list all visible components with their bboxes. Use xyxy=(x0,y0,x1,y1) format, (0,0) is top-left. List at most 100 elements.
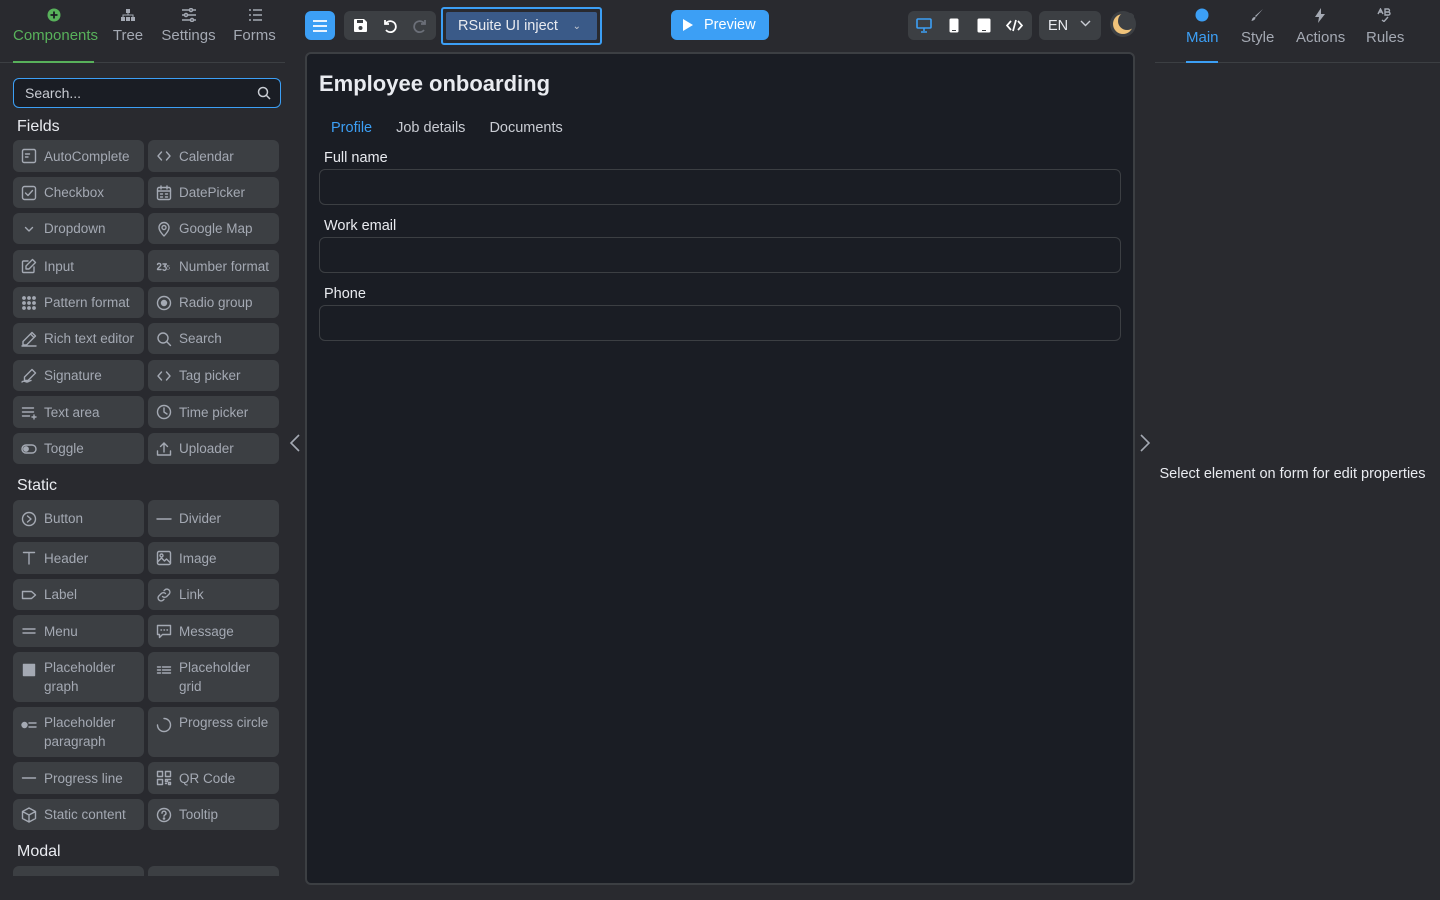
menu-button[interactable] xyxy=(305,11,335,40)
chevron-left-icon[interactable] xyxy=(289,434,301,452)
static-item-label: Image xyxy=(179,551,217,566)
tab-rules[interactable]: Rules xyxy=(1366,0,1404,63)
tab-style-label: Style xyxy=(1241,29,1275,46)
header-icon xyxy=(21,550,37,566)
component-item-dropdown[interactable]: Dropdown xyxy=(13,213,144,244)
tab-style[interactable]: Style xyxy=(1241,0,1275,63)
redo-button[interactable] xyxy=(405,11,435,40)
component-item-input[interactable]: Input xyxy=(13,250,144,282)
theme-select[interactable]: RSuite UI inject ⌄ xyxy=(441,7,602,45)
static-item-link[interactable]: Link xyxy=(148,579,279,610)
device-toolbar xyxy=(908,11,1032,40)
static-item-qr-code[interactable]: QR Code xyxy=(148,762,279,794)
language-value: EN xyxy=(1048,17,1069,34)
tab-settings[interactable]: Settings xyxy=(161,0,216,63)
section-title-static: Static xyxy=(17,477,58,494)
modal-item-partial[interactable] xyxy=(13,866,144,876)
component-item-checkbox[interactable]: Checkbox xyxy=(13,177,144,208)
component-item-number-format[interactable]: 5 Number format xyxy=(148,250,279,282)
component-item-radio-group[interactable]: Radio group xyxy=(148,287,279,318)
static-item-button[interactable]: Button xyxy=(13,500,144,537)
component-item-label: Rich text editor xyxy=(44,331,135,346)
form-tab-documents[interactable]: Documents xyxy=(477,120,574,136)
label-icon xyxy=(21,587,37,603)
static-item-tooltip[interactable]: Tooltip xyxy=(148,799,279,830)
component-item-text-area[interactable]: Text area xyxy=(13,396,144,428)
component-item-label: Text area xyxy=(44,405,100,420)
section-title-modal: Modal xyxy=(17,843,61,860)
component-item-time-picker[interactable]: Time picker xyxy=(148,396,279,428)
clock-icon xyxy=(156,404,172,420)
static-item-placeholder-graph[interactable]: Placeholder graph xyxy=(13,652,144,702)
collapse-left-panel[interactable] xyxy=(289,434,301,452)
static-item-progress-circle[interactable]: Progress circle xyxy=(148,707,279,757)
tablet-view-button[interactable] xyxy=(969,11,999,40)
component-item-tag-picker[interactable]: Tag picker xyxy=(148,360,279,391)
static-item-label: Placeholder grid xyxy=(179,660,251,694)
static-item-progress-line[interactable]: Progress line xyxy=(13,762,144,794)
component-item-toggle[interactable]: Toggle xyxy=(13,433,144,464)
code-view-button[interactable] xyxy=(999,11,1029,40)
component-search-input[interactable] xyxy=(14,79,244,107)
static-item-menu[interactable]: Menu xyxy=(13,615,144,647)
chevron-right-icon[interactable] xyxy=(1139,434,1151,452)
component-item-label: DatePicker xyxy=(179,185,246,200)
dot-icon xyxy=(1195,8,1209,22)
component-item-uploader[interactable]: Uploader xyxy=(148,433,279,464)
tab-actions[interactable]: Actions xyxy=(1296,0,1346,63)
static-item-placeholder-grid[interactable]: Placeholder grid xyxy=(148,652,279,702)
component-item-pattern-format[interactable]: Pattern format xyxy=(13,287,144,318)
preview-button[interactable]: Preview xyxy=(671,10,769,40)
static-item-header[interactable]: Header xyxy=(13,542,144,574)
static-item-label: Button xyxy=(44,511,84,526)
tab-settings-label: Settings xyxy=(161,27,216,44)
undo-button[interactable] xyxy=(375,11,405,40)
form-tab-job-details[interactable]: Job details xyxy=(384,120,477,136)
static-item-label: Divider xyxy=(179,511,222,526)
dark-mode-toggle[interactable] xyxy=(1110,11,1136,37)
components-panel: Components Tree Settings Forms Fields Au… xyxy=(0,0,290,900)
properties-tabs: Main Style Actions Rules xyxy=(1155,0,1440,63)
component-item-google-map[interactable]: Google Map xyxy=(148,213,279,244)
tab-tree[interactable]: Tree xyxy=(108,0,148,63)
save-button[interactable] xyxy=(345,11,375,40)
static-item-label: Menu xyxy=(44,624,78,639)
tab-components-label: Components xyxy=(13,27,99,44)
desktop-view-button[interactable] xyxy=(909,11,939,40)
static-item-image[interactable]: Image xyxy=(148,542,279,574)
modal-item-partial[interactable] xyxy=(148,866,279,876)
mobile-view-button[interactable] xyxy=(939,11,969,40)
full-name-input[interactable] xyxy=(319,169,1121,205)
work-email-input[interactable] xyxy=(319,237,1121,273)
form-canvas[interactable]: Employee onboarding Profile Job details … xyxy=(305,52,1135,885)
tab-main[interactable]: Main xyxy=(1186,0,1219,63)
static-item-placeholder-paragraph[interactable]: Placeholder paragraph xyxy=(13,707,144,757)
number-icon: 5 xyxy=(156,258,172,274)
component-item-calendar[interactable]: Calendar xyxy=(148,140,279,172)
tablet-icon xyxy=(977,18,991,33)
component-item-datepicker[interactable]: DatePicker xyxy=(148,177,279,208)
static-item-label[interactable]: Label xyxy=(13,579,144,610)
language-select[interactable]: EN xyxy=(1039,11,1101,40)
save-icon xyxy=(353,19,367,32)
theme-select-inner[interactable]: RSuite UI inject ⌄ xyxy=(446,12,597,40)
image-icon xyxy=(156,550,172,566)
tab-actions-label: Actions xyxy=(1296,29,1346,46)
component-item-rich-text-editor[interactable]: Rich text editor xyxy=(13,323,144,354)
static-item-label: QR Code xyxy=(179,771,236,786)
collapse-right-panel[interactable] xyxy=(1139,434,1151,452)
code-icon xyxy=(1005,19,1023,32)
theme-select-value: RSuite UI inject xyxy=(458,18,558,34)
component-item-autocomplete[interactable]: AutoComplete xyxy=(13,140,144,172)
search-icon[interactable] xyxy=(257,86,271,100)
component-item-search[interactable]: Search xyxy=(148,323,279,354)
tab-components[interactable]: Components xyxy=(13,0,99,63)
phone-input[interactable] xyxy=(319,305,1121,341)
qr-code-icon xyxy=(156,770,172,786)
static-item-static-content[interactable]: Static content xyxy=(13,799,144,830)
static-item-message[interactable]: Message xyxy=(148,615,279,647)
component-item-signature[interactable]: Signature xyxy=(13,360,144,391)
tab-forms[interactable]: Forms xyxy=(232,0,277,63)
static-item-divider[interactable]: Divider xyxy=(148,500,279,537)
form-tab-profile[interactable]: Profile xyxy=(319,120,384,136)
